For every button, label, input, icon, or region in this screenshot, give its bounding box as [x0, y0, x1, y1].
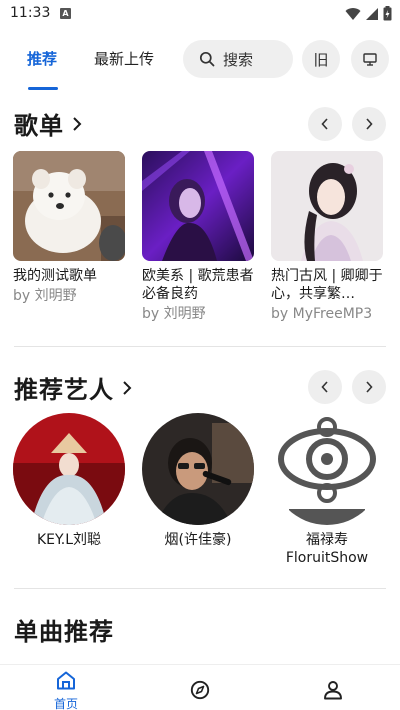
- nav-home-label: 首页: [53, 697, 78, 710]
- battery-icon: [383, 6, 392, 21]
- section-divider: [14, 588, 386, 589]
- artist-card[interactable]: 烟(许佳豪): [142, 413, 254, 549]
- status-icons: [345, 6, 392, 21]
- artist-card[interactable]: 福禄寿FloruitShow: [271, 413, 383, 567]
- tab-latest-upload[interactable]: 最新上传: [94, 48, 154, 69]
- notification-icon: A: [60, 8, 71, 19]
- nav-discover[interactable]: [170, 671, 230, 704]
- playlist-card[interactable]: 欧美系 | 歌荒患者必备良药 by 刘明野: [142, 151, 254, 323]
- compass-icon: [190, 680, 210, 700]
- chevron-right-icon: [123, 380, 132, 395]
- artists-next-button[interactable]: [352, 370, 386, 404]
- tab-recommend[interactable]: 推荐: [27, 48, 57, 69]
- chevron-left-icon: [321, 381, 328, 393]
- playlist-author: by 刘明野: [142, 306, 206, 322]
- playlist-cover-image: [271, 151, 383, 261]
- status-time: 11:33: [10, 5, 51, 21]
- section-divider: [14, 346, 386, 347]
- home-icon: [57, 671, 75, 690]
- playlists-next-button[interactable]: [352, 107, 386, 141]
- artist-avatar: [142, 413, 254, 525]
- chevron-right-icon: [366, 381, 373, 393]
- artist-name: 烟(许佳豪): [164, 532, 232, 548]
- search-button[interactable]: 搜索: [183, 40, 293, 78]
- playlist-title: 欧美系 | 歌荒患者必备良药: [142, 268, 254, 302]
- nav-profile[interactable]: [303, 671, 363, 704]
- playlist-author: by MyFreeMP3: [271, 306, 373, 322]
- playlists-title-text: 歌单: [14, 112, 64, 140]
- wifi-icon: [345, 7, 361, 20]
- artist-name: 福禄寿FloruitShow: [285, 532, 369, 566]
- monitor-icon: [363, 52, 377, 66]
- search-label: 搜索: [223, 50, 254, 69]
- songs-section-title: 单曲推荐: [14, 612, 114, 647]
- playlist-card[interactable]: 热门古风 | 卿卿于心，共享繁… by MyFreeMP3: [271, 151, 383, 323]
- old-version-button[interactable]: 旧: [302, 40, 340, 78]
- playlists-prev-button[interactable]: [308, 107, 342, 141]
- search-icon: [199, 51, 215, 67]
- active-tab-indicator: [28, 87, 58, 90]
- screen-button[interactable]: [351, 40, 389, 78]
- chevron-left-icon: [321, 118, 328, 130]
- artist-avatar: [13, 413, 125, 525]
- artists-prev-button[interactable]: [308, 370, 342, 404]
- bottom-navigation: 首页: [0, 664, 400, 710]
- nav-home[interactable]: 首页: [36, 671, 96, 710]
- songs-title-text: 单曲推荐: [14, 618, 114, 646]
- profile-icon: [324, 681, 342, 700]
- artists-section-title[interactable]: 推荐艺人: [14, 370, 132, 405]
- chevron-right-icon: [366, 118, 373, 130]
- artists-title-text: 推荐艺人: [14, 376, 114, 404]
- playlist-title: 热门古风 | 卿卿于心，共享繁…: [271, 268, 383, 302]
- playlists-section-title[interactable]: 歌单: [14, 106, 82, 141]
- artist-card[interactable]: KEY.L刘聪: [13, 413, 125, 549]
- playlist-cover-image: [13, 151, 125, 261]
- artist-name: KEY.L刘聪: [37, 532, 101, 548]
- artist-avatar: [271, 413, 383, 525]
- signal-icon: [366, 7, 378, 20]
- status-bar: 11:33 A: [0, 0, 400, 28]
- playlist-card[interactable]: 我的测试歌单 by 刘明野: [13, 151, 125, 305]
- playlist-title: 我的测试歌单: [13, 268, 97, 284]
- playlist-cover-image: [142, 151, 254, 261]
- chevron-right-icon: [73, 116, 82, 131]
- playlist-author: by 刘明野: [13, 288, 77, 304]
